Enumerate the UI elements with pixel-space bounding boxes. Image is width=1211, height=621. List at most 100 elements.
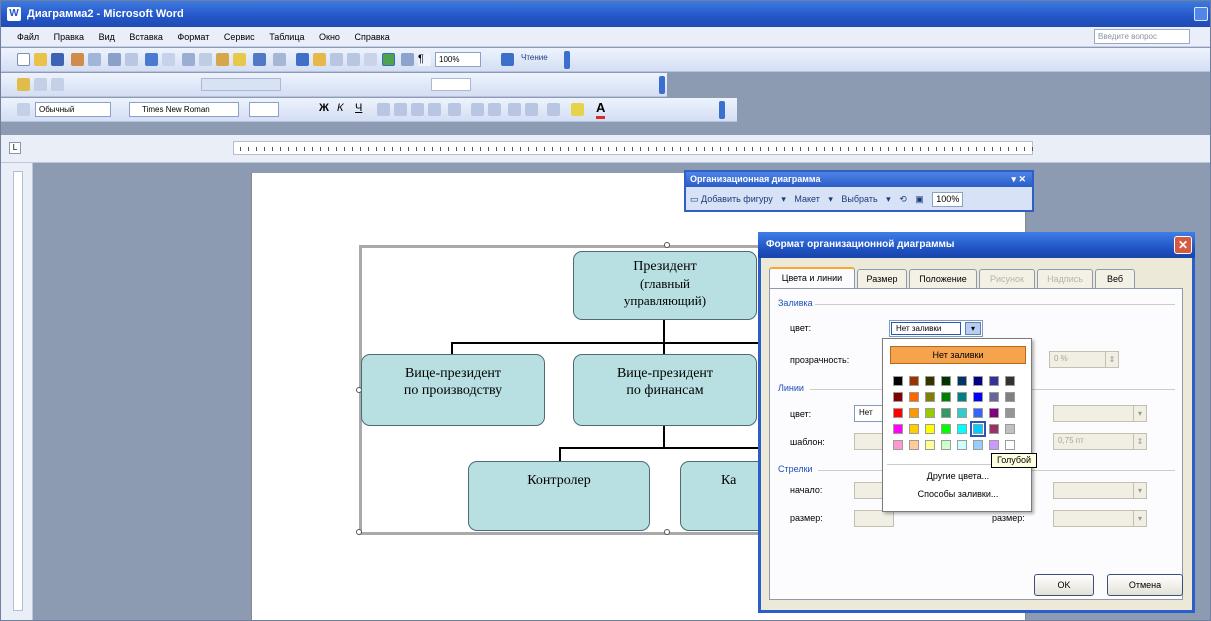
- menu-insert[interactable]: Вставка: [129, 32, 162, 42]
- add-shape-button[interactable]: ▭ Добавить фигуру ▾: [690, 194, 786, 204]
- menu-window[interactable]: Окно: [319, 32, 340, 42]
- track-icon[interactable]: [51, 78, 64, 91]
- hyperlink-icon[interactable]: [296, 53, 309, 66]
- color-swatch[interactable]: [970, 421, 986, 437]
- italic-button[interactable]: К: [337, 102, 343, 114]
- styles-icon[interactable]: [17, 103, 30, 116]
- color-swatch[interactable]: [989, 376, 999, 386]
- node-vp-finance[interactable]: Вице-президент по финансам: [573, 354, 757, 426]
- menu-table[interactable]: Таблица: [269, 32, 304, 42]
- arrow-end-size-select[interactable]: ▾: [1053, 510, 1147, 527]
- tab-picture[interactable]: Рисунок: [979, 269, 1035, 289]
- tab-colors-lines[interactable]: Цвета и линии: [769, 267, 855, 290]
- color-swatch[interactable]: [989, 392, 999, 402]
- font-color-icon[interactable]: A: [596, 100, 606, 119]
- color-swatch[interactable]: [909, 424, 919, 434]
- chevron-down-icon[interactable]: ▾: [1133, 406, 1146, 421]
- no-fill-option[interactable]: Нет заливки: [890, 346, 1026, 364]
- color-swatch[interactable]: [1005, 440, 1015, 450]
- preview-icon[interactable]: [125, 53, 138, 66]
- line-spacing-icon[interactable]: [448, 103, 461, 116]
- fit-text-icon[interactable]: ⟲: [899, 194, 907, 204]
- color-swatch[interactable]: [909, 408, 919, 418]
- borders-icon[interactable]: [547, 103, 560, 116]
- layout-button[interactable]: Макет ▾: [794, 194, 833, 204]
- color-swatch[interactable]: [989, 440, 999, 450]
- ask-question-input[interactable]: Введите вопрос: [1094, 29, 1190, 44]
- bold-button[interactable]: Ж: [319, 102, 329, 114]
- color-swatch[interactable]: [957, 440, 967, 450]
- comment-icon[interactable]: [34, 78, 47, 91]
- color-swatch[interactable]: [1005, 408, 1015, 418]
- tab-size[interactable]: Размер: [857, 269, 907, 289]
- dialog-close-icon[interactable]: ✕: [1174, 236, 1192, 254]
- insert-table-icon[interactable]: [330, 53, 343, 66]
- chevron-down-icon[interactable]: ▾: [1133, 511, 1146, 526]
- help-icon[interactable]: [501, 53, 514, 66]
- font-select[interactable]: Times New Roman: [129, 102, 239, 117]
- fill-color-select[interactable]: Нет заливки ▾: [889, 320, 983, 337]
- color-swatch[interactable]: [989, 408, 999, 418]
- color-swatch[interactable]: [925, 408, 935, 418]
- chevron-down-icon[interactable]: ▾: [1133, 483, 1146, 498]
- resize-handle[interactable]: [664, 529, 670, 535]
- email-icon[interactable]: [88, 53, 101, 66]
- tab-web[interactable]: Веб: [1095, 269, 1135, 289]
- cancel-button[interactable]: Отмена: [1107, 574, 1183, 596]
- color-swatch[interactable]: [925, 376, 935, 386]
- color-swatch[interactable]: [941, 440, 951, 450]
- tables-borders-icon[interactable]: [313, 53, 326, 66]
- color-swatch[interactable]: [925, 392, 935, 402]
- format-icon[interactable]: ▣: [915, 194, 924, 204]
- transparency-spinner[interactable]: 0 % ⇕: [1049, 351, 1119, 368]
- color-swatch[interactable]: [973, 392, 983, 402]
- color-swatch[interactable]: [909, 376, 919, 386]
- align-left-icon[interactable]: [377, 103, 390, 116]
- bullets-icon[interactable]: [488, 103, 501, 116]
- align-center-icon[interactable]: [394, 103, 407, 116]
- horizontal-ruler[interactable]: [233, 141, 1033, 155]
- insert-excel-icon[interactable]: [347, 53, 360, 66]
- undo-icon[interactable]: [253, 53, 266, 66]
- color-swatch[interactable]: [941, 376, 951, 386]
- color-swatch[interactable]: [1005, 376, 1015, 386]
- style-select[interactable]: Обычный: [35, 102, 111, 117]
- redo-icon[interactable]: [273, 53, 286, 66]
- minimize-button[interactable]: [1194, 7, 1208, 21]
- color-swatch[interactable]: [957, 408, 967, 418]
- resize-handle[interactable]: [356, 529, 362, 535]
- justify-icon[interactable]: [428, 103, 441, 116]
- color-swatch[interactable]: [909, 392, 919, 402]
- align-right-icon[interactable]: [411, 103, 424, 116]
- menu-tools[interactable]: Сервис: [224, 32, 255, 42]
- format-painter-icon[interactable]: [233, 53, 246, 66]
- chevron-down-icon[interactable]: ▾: [965, 322, 981, 335]
- ok-button[interactable]: OK: [1034, 574, 1094, 596]
- node-president[interactable]: Президент (главный управляющий): [573, 251, 757, 320]
- show-select[interactable]: [201, 78, 281, 91]
- spelling-icon[interactable]: [145, 53, 158, 66]
- color-swatch[interactable]: [893, 376, 903, 386]
- print-icon[interactable]: [108, 53, 121, 66]
- color-swatch[interactable]: [925, 424, 935, 434]
- color-swatch[interactable]: [941, 392, 951, 402]
- color-swatch[interactable]: [893, 392, 903, 402]
- numbering-icon[interactable]: [471, 103, 484, 116]
- line-style-select[interactable]: ▾: [1053, 405, 1147, 422]
- zoom-select[interactable]: 100%: [435, 52, 481, 67]
- vertical-ruler[interactable]: [13, 171, 23, 611]
- menu-format[interactable]: Формат: [177, 32, 209, 42]
- color-swatch[interactable]: [893, 408, 903, 418]
- color-swatch[interactable]: [989, 424, 999, 434]
- color-swatch[interactable]: [893, 440, 903, 450]
- color-swatch[interactable]: [893, 424, 903, 434]
- reading-mode-button[interactable]: Чтение: [521, 53, 548, 62]
- resize-handle[interactable]: [664, 242, 670, 248]
- color-swatch[interactable]: [1005, 392, 1015, 402]
- color-swatch[interactable]: [941, 408, 951, 418]
- menu-edit[interactable]: Правка: [54, 32, 84, 42]
- document-map-icon[interactable]: [401, 53, 414, 66]
- increase-indent-icon[interactable]: [525, 103, 538, 116]
- node-vp-production[interactable]: Вице-президент по производству: [361, 354, 545, 426]
- color-swatch[interactable]: [957, 424, 967, 434]
